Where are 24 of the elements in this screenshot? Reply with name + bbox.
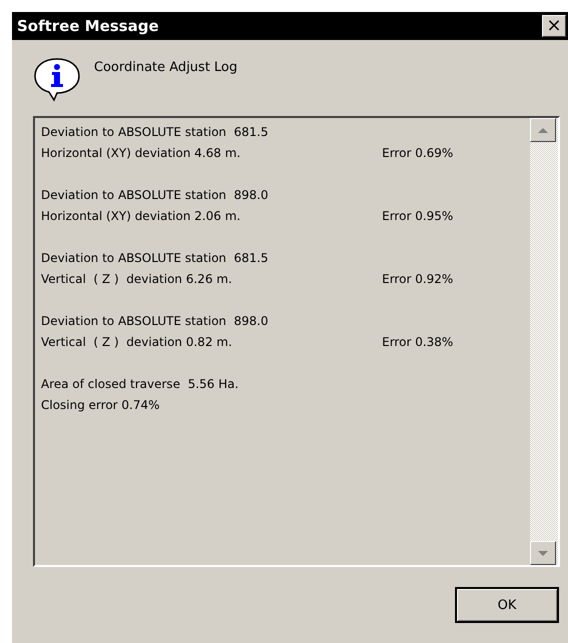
error-value: Error 0.69% (382, 145, 454, 162)
log-line: Closing error 0.74% (41, 397, 161, 414)
log-line: Vertical ( Z ) deviation 0.82 m. (41, 334, 234, 351)
log-line: Horizontal (XY) deviation 4.68 m. (41, 145, 242, 162)
down-arrow-icon (538, 550, 548, 556)
log-line: Deviation to ABSOLUTE station 898.0 (41, 313, 270, 330)
log-heading: Coordinate Adjust Log (94, 60, 238, 75)
log-line: Horizontal (XY) deviation 2.06 m. (41, 208, 242, 225)
info-icon (32, 56, 82, 104)
scroll-up-button[interactable] (530, 118, 556, 142)
scroll-bar[interactable] (530, 118, 558, 565)
log-line: Area of closed traverse 5.56 Ha. (41, 376, 240, 393)
error-value: Error 0.92% (382, 271, 454, 288)
log-line: Deviation to ABSOLUTE station 681.5 (41, 124, 270, 141)
scroll-down-button[interactable] (530, 541, 556, 565)
window-title: Softree Message (17, 17, 159, 35)
error-value: Error 0.95% (382, 208, 454, 225)
log-line: Deviation to ABSOLUTE station 681.5 (41, 250, 270, 267)
ok-button[interactable]: OK (455, 587, 559, 623)
log-line: Vertical ( Z ) deviation 6.26 m. (41, 271, 234, 288)
error-value: Error 0.38% (382, 334, 454, 351)
up-arrow-icon (538, 128, 548, 132)
log-line: Deviation to ABSOLUTE station 898.0 (41, 187, 270, 204)
close-button[interactable]: × (542, 15, 566, 37)
